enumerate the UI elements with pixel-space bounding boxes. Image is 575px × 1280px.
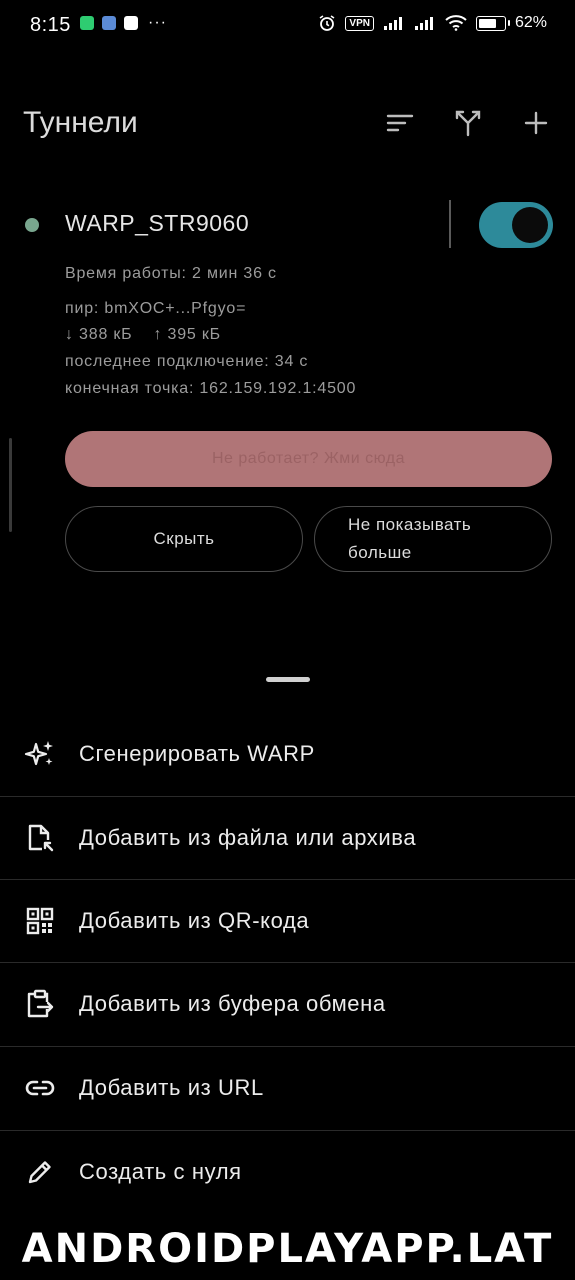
dont-show-again-label: Не показывать больше: [348, 515, 472, 562]
app-notification-icon: [124, 16, 138, 30]
menu-item-label: Добавить из URL: [79, 1074, 264, 1100]
clipboard-icon: [24, 988, 56, 1020]
status-bar: 8:15 ··· VPN 62%: [0, 0, 575, 52]
menu-item-label: Добавить из буфера обмена: [79, 990, 386, 1016]
more-notifications-icon: ···: [148, 14, 167, 31]
scroll-indicator: [9, 438, 12, 532]
divider: [449, 200, 451, 248]
menu-item-add-from-clipboard[interactable]: Добавить из буфера обмена: [0, 962, 575, 1045]
sort-button[interactable]: [383, 106, 417, 140]
link-icon: [24, 1072, 56, 1104]
menu-item-label: Сгенерировать WARP: [79, 740, 315, 766]
plus-icon: [524, 111, 548, 135]
tunnel-endpoint: конечная точка: 162.159.192.1:4500: [65, 380, 357, 397]
menu-item-label: Создать с нуля: [79, 1158, 242, 1184]
split-tunnel-button[interactable]: [451, 106, 485, 140]
status-right: VPN 62%: [318, 14, 547, 32]
sort-icon: [386, 114, 414, 132]
pencil-icon: [24, 1156, 56, 1188]
battery-icon: [475, 15, 510, 31]
menu-item-add-from-url[interactable]: Добавить из URL: [0, 1046, 575, 1129]
vpn-badge: VPN: [345, 15, 374, 31]
page-title: Туннели: [23, 106, 138, 139]
telegram-icon: [102, 16, 116, 30]
battery-percent: 62%: [514, 14, 547, 31]
qr-code-icon: [24, 905, 56, 937]
alarm-icon: [319, 15, 335, 31]
tunnel-name[interactable]: WARP_STR9060: [65, 210, 249, 237]
tunnel-peer: пир: bmXOC+...Pfgyo=: [65, 300, 247, 317]
signal-icon-2: [414, 17, 433, 30]
file-import-icon: [24, 822, 56, 854]
menu-item-add-from-qr[interactable]: Добавить из QR-кода: [0, 879, 575, 962]
tunnel-uptime: Время работы: 2 мин 36 с: [65, 265, 277, 282]
menu-item-generate-warp[interactable]: Сгенерировать WARP: [0, 712, 575, 795]
add-tunnel-button[interactable]: [519, 106, 553, 140]
tunnel-toggle[interactable]: [479, 202, 553, 248]
menu-item-create-from-scratch[interactable]: Создать с нуля: [0, 1130, 575, 1213]
tunnel-last-handshake: последнее подключение: 34 с: [65, 353, 309, 370]
sheet-drag-handle[interactable]: [266, 677, 310, 682]
split-icon: [455, 110, 481, 137]
wifi-icon: [445, 15, 467, 31]
not-working-button[interactable]: Не работает? Жми сюда: [65, 431, 552, 487]
toggle-knob: [512, 207, 548, 243]
status-time: 8:15: [30, 14, 71, 36]
dont-show-again-button[interactable]: Не показывать больше: [314, 506, 552, 572]
signal-icon-1: [383, 17, 402, 30]
watermark: ANDROIDPLAYAPP.LAT: [21, 1226, 554, 1272]
tunnel-traffic: ↓ 388 кБ ↑ 395 кБ: [65, 326, 221, 343]
menu-item-label: Добавить из файла или архива: [79, 824, 417, 850]
menu-item-add-from-file[interactable]: Добавить из файла или архива: [0, 796, 575, 879]
menu-item-label: Добавить из QR-кода: [79, 907, 310, 933]
whatsapp-icon: [80, 16, 94, 30]
sparkles-icon: [24, 738, 56, 770]
notification-icons: ···: [80, 14, 167, 31]
hide-button[interactable]: Скрыть: [65, 506, 303, 572]
tunnel-status-dot: [25, 218, 39, 232]
